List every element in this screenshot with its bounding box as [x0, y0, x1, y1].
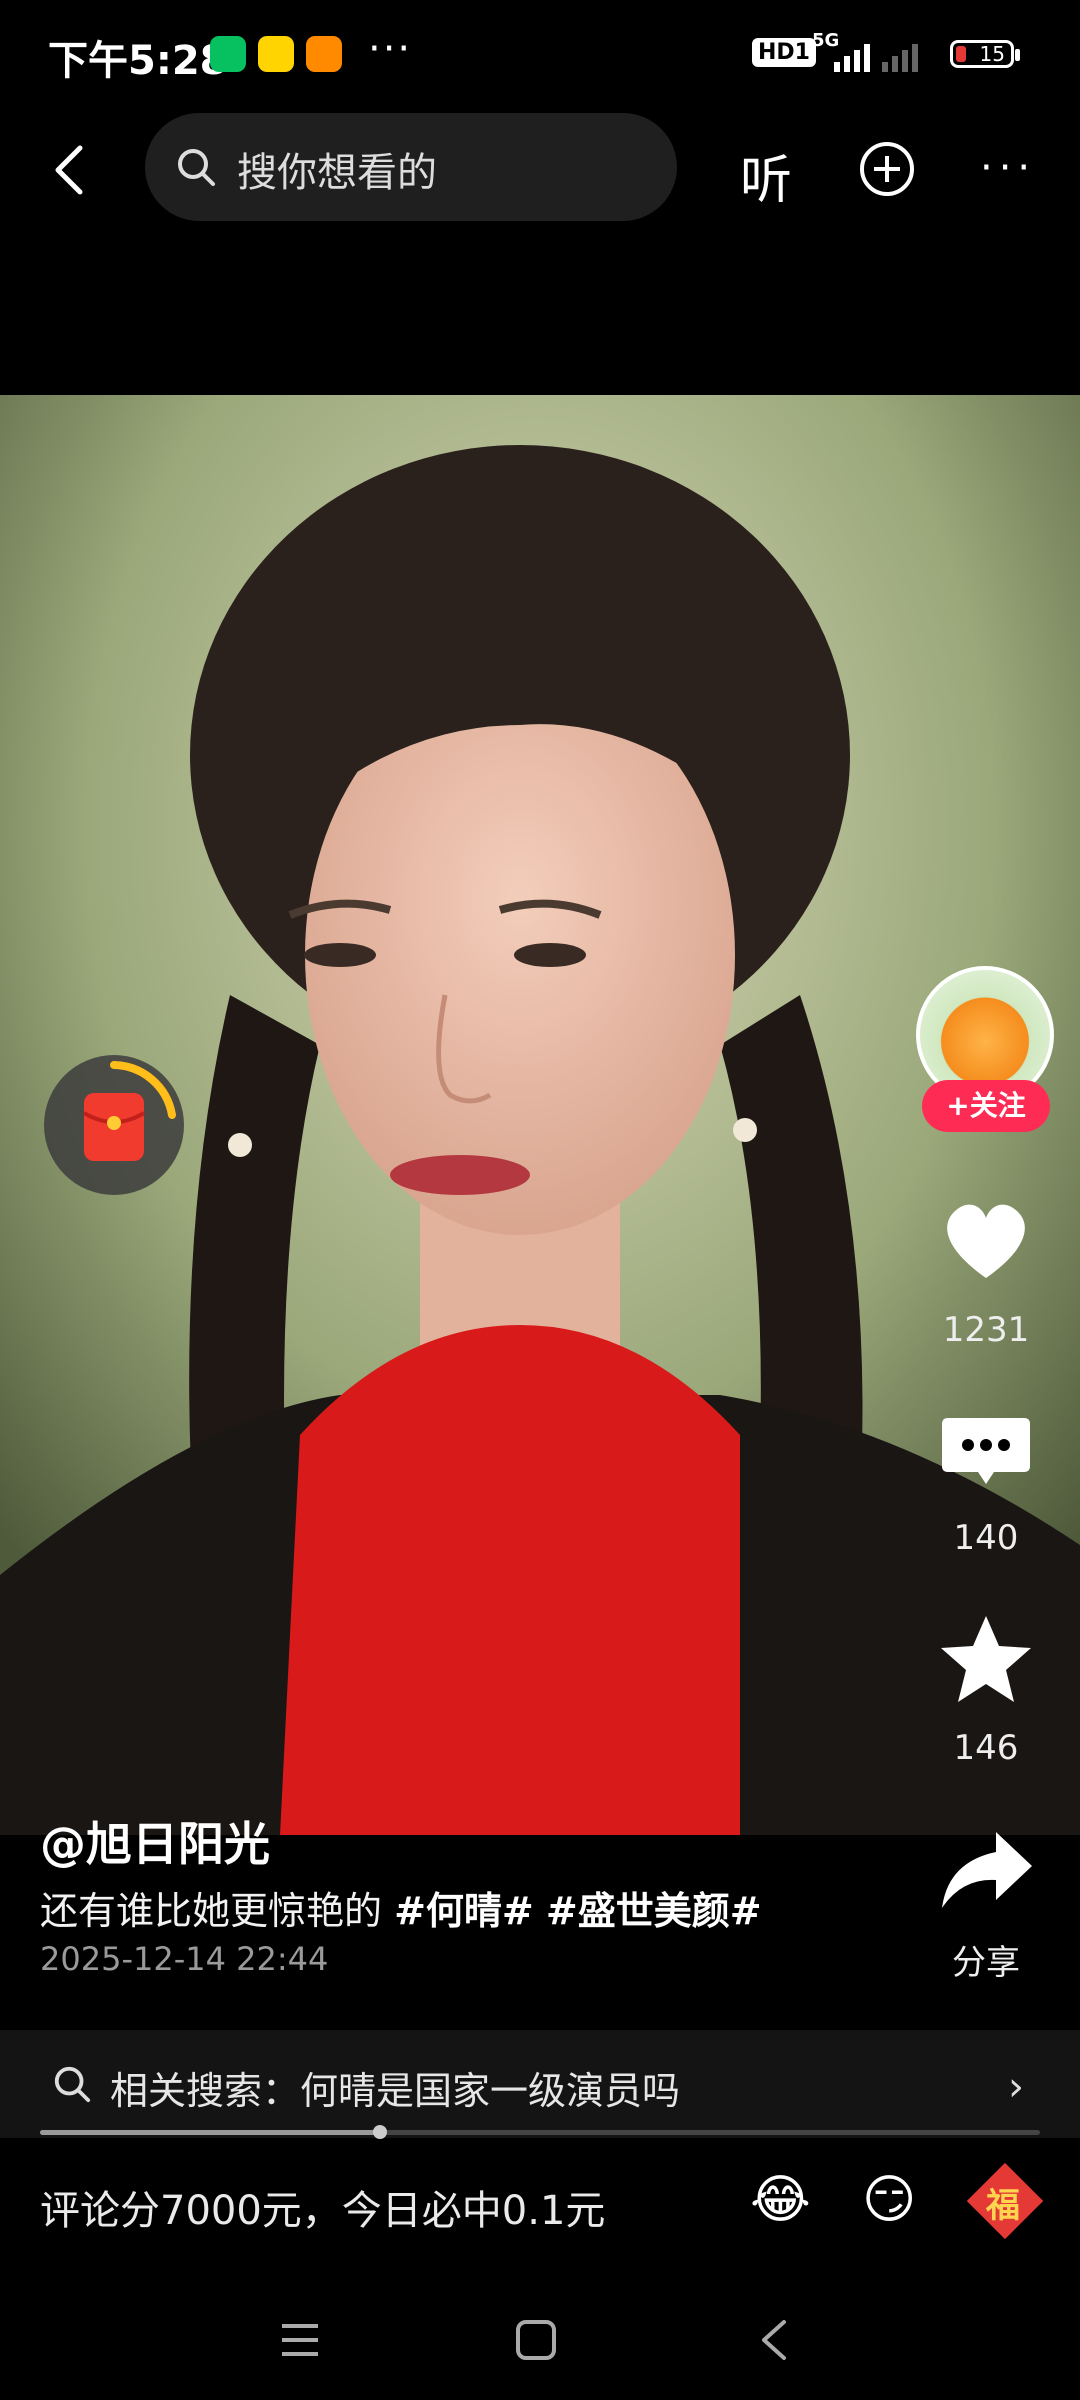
battery-icon: 15 [950, 40, 1020, 68]
comment-prompt[interactable]: 评论分7000元，今日必中0.1元 [40, 2178, 605, 2236]
search-icon [178, 149, 215, 186]
smirk-emoji-icon[interactable]: 😏 [862, 2170, 916, 2230]
signal-icon [834, 44, 870, 72]
wechat-icon [210, 36, 246, 72]
share-label[interactable]: 分享 [926, 1935, 1046, 1984]
back-arrow-icon[interactable] [42, 140, 102, 200]
share-arrow-icon[interactable] [936, 1822, 1036, 1922]
search-bar[interactable]: 搜你想看的 [145, 113, 677, 221]
like-count: 1231 [942, 1310, 1030, 1350]
clock: 下午5:28 [48, 38, 228, 84]
add-button[interactable] [858, 140, 916, 198]
caption-text: 还有谁比她更惊艳的 [40, 1889, 395, 1933]
menu-icon[interactable] [278, 2320, 322, 2360]
system-nav-bar [0, 2280, 1080, 2400]
comment-input-bar[interactable]: 评论分7000元，今日必中0.1元 😂 😏 福 [0, 2140, 1080, 2265]
favorite-count: 146 [953, 1728, 1019, 1768]
system-back-icon[interactable] [756, 2318, 792, 2362]
listen-button[interactable]: 听 [740, 138, 792, 213]
favorite-star-icon[interactable] [936, 1610, 1036, 1710]
video-caption: 还有谁比她更惊艳的 #何晴# #盛世美颜# [40, 1880, 762, 1935]
fu-emoji-label: 福 [986, 2186, 1020, 2226]
hd-badge: HD1 [752, 38, 816, 67]
status-more-icon: ··· [368, 26, 413, 72]
author-handle[interactable]: @旭日阳光 [40, 1808, 270, 1874]
taobao-icon [306, 36, 342, 72]
progress-knob[interactable] [373, 2125, 387, 2139]
related-search-text[interactable]: 相关搜索：何晴是国家一级演员吗 [110, 2060, 680, 2115]
post-timestamp: 2025-12-14 22:44 [40, 1940, 329, 1978]
red-packet-icon [82, 1061, 176, 1161]
red-packet-button[interactable] [44, 1055, 184, 1195]
video-progress-bar[interactable] [40, 2125, 1040, 2139]
hashtag-1[interactable]: #何晴# [394, 1889, 534, 1933]
battery-level: 15 [979, 42, 1005, 66]
comment-count: 140 [953, 1518, 1019, 1558]
progress-fill [40, 2130, 380, 2135]
laugh-emoji-icon[interactable]: 😂 [750, 2170, 811, 2230]
home-icon[interactable] [514, 2318, 558, 2362]
search-input[interactable]: 搜你想看的 [237, 140, 437, 198]
like-heart-icon[interactable] [936, 1190, 1036, 1290]
more-options-icon[interactable]: ··· [980, 145, 1036, 191]
chevron-right-icon: › [1008, 2064, 1024, 2110]
related-search-bar[interactable]: 相关搜索：何晴是国家一级演员吗 › [0, 2030, 1080, 2138]
hashtag-2[interactable]: #盛世美颜# [546, 1889, 762, 1933]
search-icon [54, 2066, 91, 2103]
signal-2-icon [882, 44, 918, 72]
follow-button[interactable]: +关注 [922, 1080, 1050, 1132]
status-bar: 下午5:28 ··· HD1 5G 15 [0, 0, 1080, 110]
comment-icon[interactable] [936, 1400, 1036, 1500]
app-yellow-icon [258, 36, 294, 72]
